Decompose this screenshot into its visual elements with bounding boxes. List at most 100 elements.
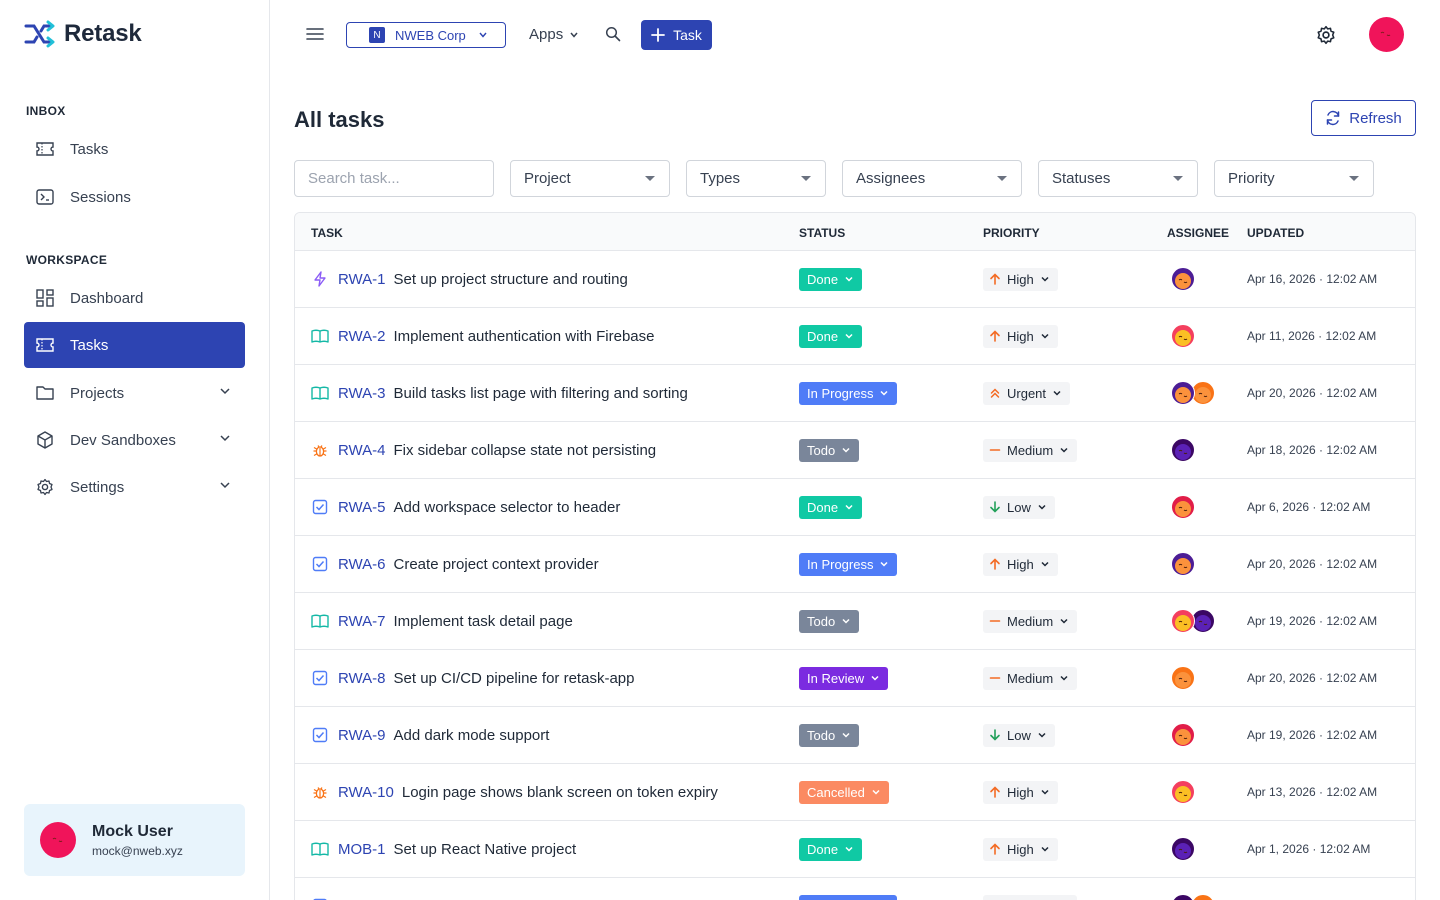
- assignee-avatar[interactable]: [1171, 267, 1195, 291]
- status-dropdown[interactable]: In Progress: [799, 552, 898, 576]
- task-cell[interactable]: RWA-9 Add dark mode support: [311, 707, 549, 763]
- assignee-avatar[interactable]: [1171, 495, 1195, 519]
- table-row[interactable]: RWA-3 Build tasks list page with filteri…: [295, 365, 1415, 422]
- task-key[interactable]: MOB-1: [338, 841, 386, 858]
- table-row[interactable]: RWA-6 Create project context provider In…: [295, 536, 1415, 593]
- status-dropdown[interactable]: Todo: [799, 723, 860, 747]
- task-cell[interactable]: RWA-4 Fix sidebar collapse state not per…: [311, 422, 656, 478]
- task-key[interactable]: RWA-1: [338, 271, 386, 288]
- sidebar-item-sessions[interactable]: Sessions: [24, 174, 245, 220]
- workspace-selector[interactable]: N NWEB Corp: [346, 22, 506, 48]
- table-row[interactable]: RWA-9 Add dark mode support Todo Low Apr…: [295, 707, 1415, 764]
- sidebar-item-projects[interactable]: Projects: [24, 370, 245, 416]
- status-dropdown[interactable]: Cancelled: [799, 780, 889, 804]
- chevron-down-icon[interactable]: [219, 479, 231, 491]
- status-dropdown[interactable]: Done: [799, 324, 863, 348]
- task-cell[interactable]: RWA-7 Implement task detail page: [311, 593, 573, 649]
- table-row[interactable]: RWA-8 Set up CI/CD pipeline for retask-a…: [295, 650, 1415, 707]
- table-row[interactable]: RWA-5 Add workspace selector to header D…: [295, 479, 1415, 536]
- new-task-button[interactable]: Task: [641, 20, 712, 50]
- task-key[interactable]: RWA-6: [338, 556, 386, 573]
- priority-dropdown[interactable]: [983, 894, 1077, 900]
- assignee-avatar[interactable]: [1171, 723, 1195, 747]
- assignee-avatar[interactable]: [1171, 381, 1195, 405]
- priority-dropdown[interactable]: Low: [983, 723, 1055, 747]
- task-key[interactable]: RWA-8: [338, 670, 386, 687]
- table-row[interactable]: RWA-10 Login page shows blank screen on …: [295, 764, 1415, 821]
- chevron-down-icon[interactable]: [219, 432, 231, 444]
- statuses-filter[interactable]: Statuses: [1038, 160, 1198, 197]
- table-row[interactable]: MOB-1 Set up React Native project Done H…: [295, 821, 1415, 878]
- sidebar-item-settings[interactable]: Settings: [24, 464, 245, 510]
- task-cell[interactable]: [311, 878, 346, 900]
- priority-dropdown[interactable]: High: [983, 267, 1058, 291]
- priority-dropdown[interactable]: High: [983, 552, 1058, 576]
- task-key[interactable]: RWA-7: [338, 613, 386, 630]
- task-cell[interactable]: RWA-1 Set up project structure and routi…: [311, 251, 628, 307]
- status-dropdown[interactable]: In Progress: [799, 381, 898, 405]
- settings-button[interactable]: [1316, 25, 1336, 50]
- status-dropdown[interactable]: Todo: [799, 438, 860, 462]
- status-dropdown[interactable]: Done: [799, 837, 863, 861]
- assignee-avatar[interactable]: [1171, 552, 1195, 576]
- priority-dropdown[interactable]: High: [983, 780, 1058, 804]
- table-row[interactable]: RWA-2 Implement authentication with Fire…: [295, 308, 1415, 365]
- assignee-avatar[interactable]: [1171, 609, 1195, 633]
- assignee-avatar[interactable]: [1171, 780, 1195, 804]
- brand-logo[interactable]: Retask: [24, 20, 142, 48]
- status-dropdown[interactable]: Todo: [799, 609, 860, 633]
- task-search-input[interactable]: [294, 160, 494, 197]
- sidebar-item-tasks[interactable]: Tasks: [24, 322, 245, 368]
- task-key[interactable]: RWA-4: [338, 442, 386, 459]
- apps-menu-button[interactable]: Apps: [529, 26, 579, 43]
- status-dropdown[interactable]: Done: [799, 267, 863, 291]
- table-row[interactable]: In Progress: [295, 878, 1415, 900]
- status-dropdown[interactable]: In Review: [799, 666, 889, 690]
- column-header-assignee[interactable]: ASSIGNEE: [1167, 226, 1229, 240]
- task-title[interactable]: Implement task detail page: [394, 613, 573, 630]
- assignee-avatar[interactable]: [1171, 837, 1195, 861]
- priority-dropdown[interactable]: Medium: [983, 666, 1078, 690]
- task-title[interactable]: Fix sidebar collapse state not persistin…: [394, 442, 657, 459]
- assignee-avatar[interactable]: [1171, 438, 1195, 462]
- task-cell[interactable]: RWA-3 Build tasks list page with filteri…: [311, 365, 688, 421]
- types-filter[interactable]: Types: [686, 160, 826, 197]
- priority-dropdown[interactable]: High: [983, 837, 1058, 861]
- assignee-avatar[interactable]: [1171, 666, 1195, 690]
- assignee-avatar[interactable]: [1171, 324, 1195, 348]
- header-user-avatar[interactable]: [1369, 17, 1404, 52]
- table-row[interactable]: RWA-7 Implement task detail page Todo Me…: [295, 593, 1415, 650]
- search-button[interactable]: [605, 26, 621, 47]
- task-title[interactable]: Implement authentication with Firebase: [394, 328, 655, 345]
- column-header-updated[interactable]: UPDATED: [1247, 226, 1304, 240]
- task-key[interactable]: RWA-5: [338, 499, 386, 516]
- sidebar-item-dashboard[interactable]: Dashboard: [24, 275, 245, 321]
- task-cell[interactable]: MOB-1 Set up React Native project: [311, 821, 576, 877]
- task-cell[interactable]: RWA-6 Create project context provider: [311, 536, 599, 592]
- task-key[interactable]: RWA-3: [338, 385, 386, 402]
- task-title[interactable]: Add dark mode support: [394, 727, 550, 744]
- priority-dropdown[interactable]: Medium: [983, 438, 1078, 462]
- status-dropdown[interactable]: In Progress: [799, 894, 898, 900]
- assignees-filter[interactable]: Assignees: [842, 160, 1022, 197]
- priority-dropdown[interactable]: Low: [983, 495, 1055, 519]
- task-title[interactable]: Login page shows blank screen on token e…: [402, 784, 718, 801]
- status-dropdown[interactable]: Done: [799, 495, 863, 519]
- priority-filter[interactable]: Priority: [1214, 160, 1374, 197]
- project-filter[interactable]: Project: [510, 160, 670, 197]
- task-cell[interactable]: RWA-5 Add workspace selector to header: [311, 479, 620, 535]
- task-title[interactable]: Create project context provider: [394, 556, 599, 573]
- task-key[interactable]: RWA-10: [338, 784, 394, 801]
- table-row[interactable]: RWA-4 Fix sidebar collapse state not per…: [295, 422, 1415, 479]
- column-header-status[interactable]: STATUS: [799, 226, 845, 240]
- menu-toggle-button[interactable]: [306, 26, 324, 47]
- table-row[interactable]: RWA-1 Set up project structure and routi…: [295, 251, 1415, 308]
- priority-dropdown[interactable]: Medium: [983, 609, 1078, 633]
- task-title[interactable]: Build tasks list page with filtering and…: [394, 385, 688, 402]
- priority-dropdown[interactable]: High: [983, 324, 1058, 348]
- task-title[interactable]: Add workspace selector to header: [394, 499, 621, 516]
- column-header-task[interactable]: TASK: [311, 226, 343, 240]
- column-header-priority[interactable]: PRIORITY: [983, 226, 1040, 240]
- assignee-avatar[interactable]: [1171, 894, 1195, 900]
- priority-dropdown[interactable]: Urgent: [983, 381, 1071, 405]
